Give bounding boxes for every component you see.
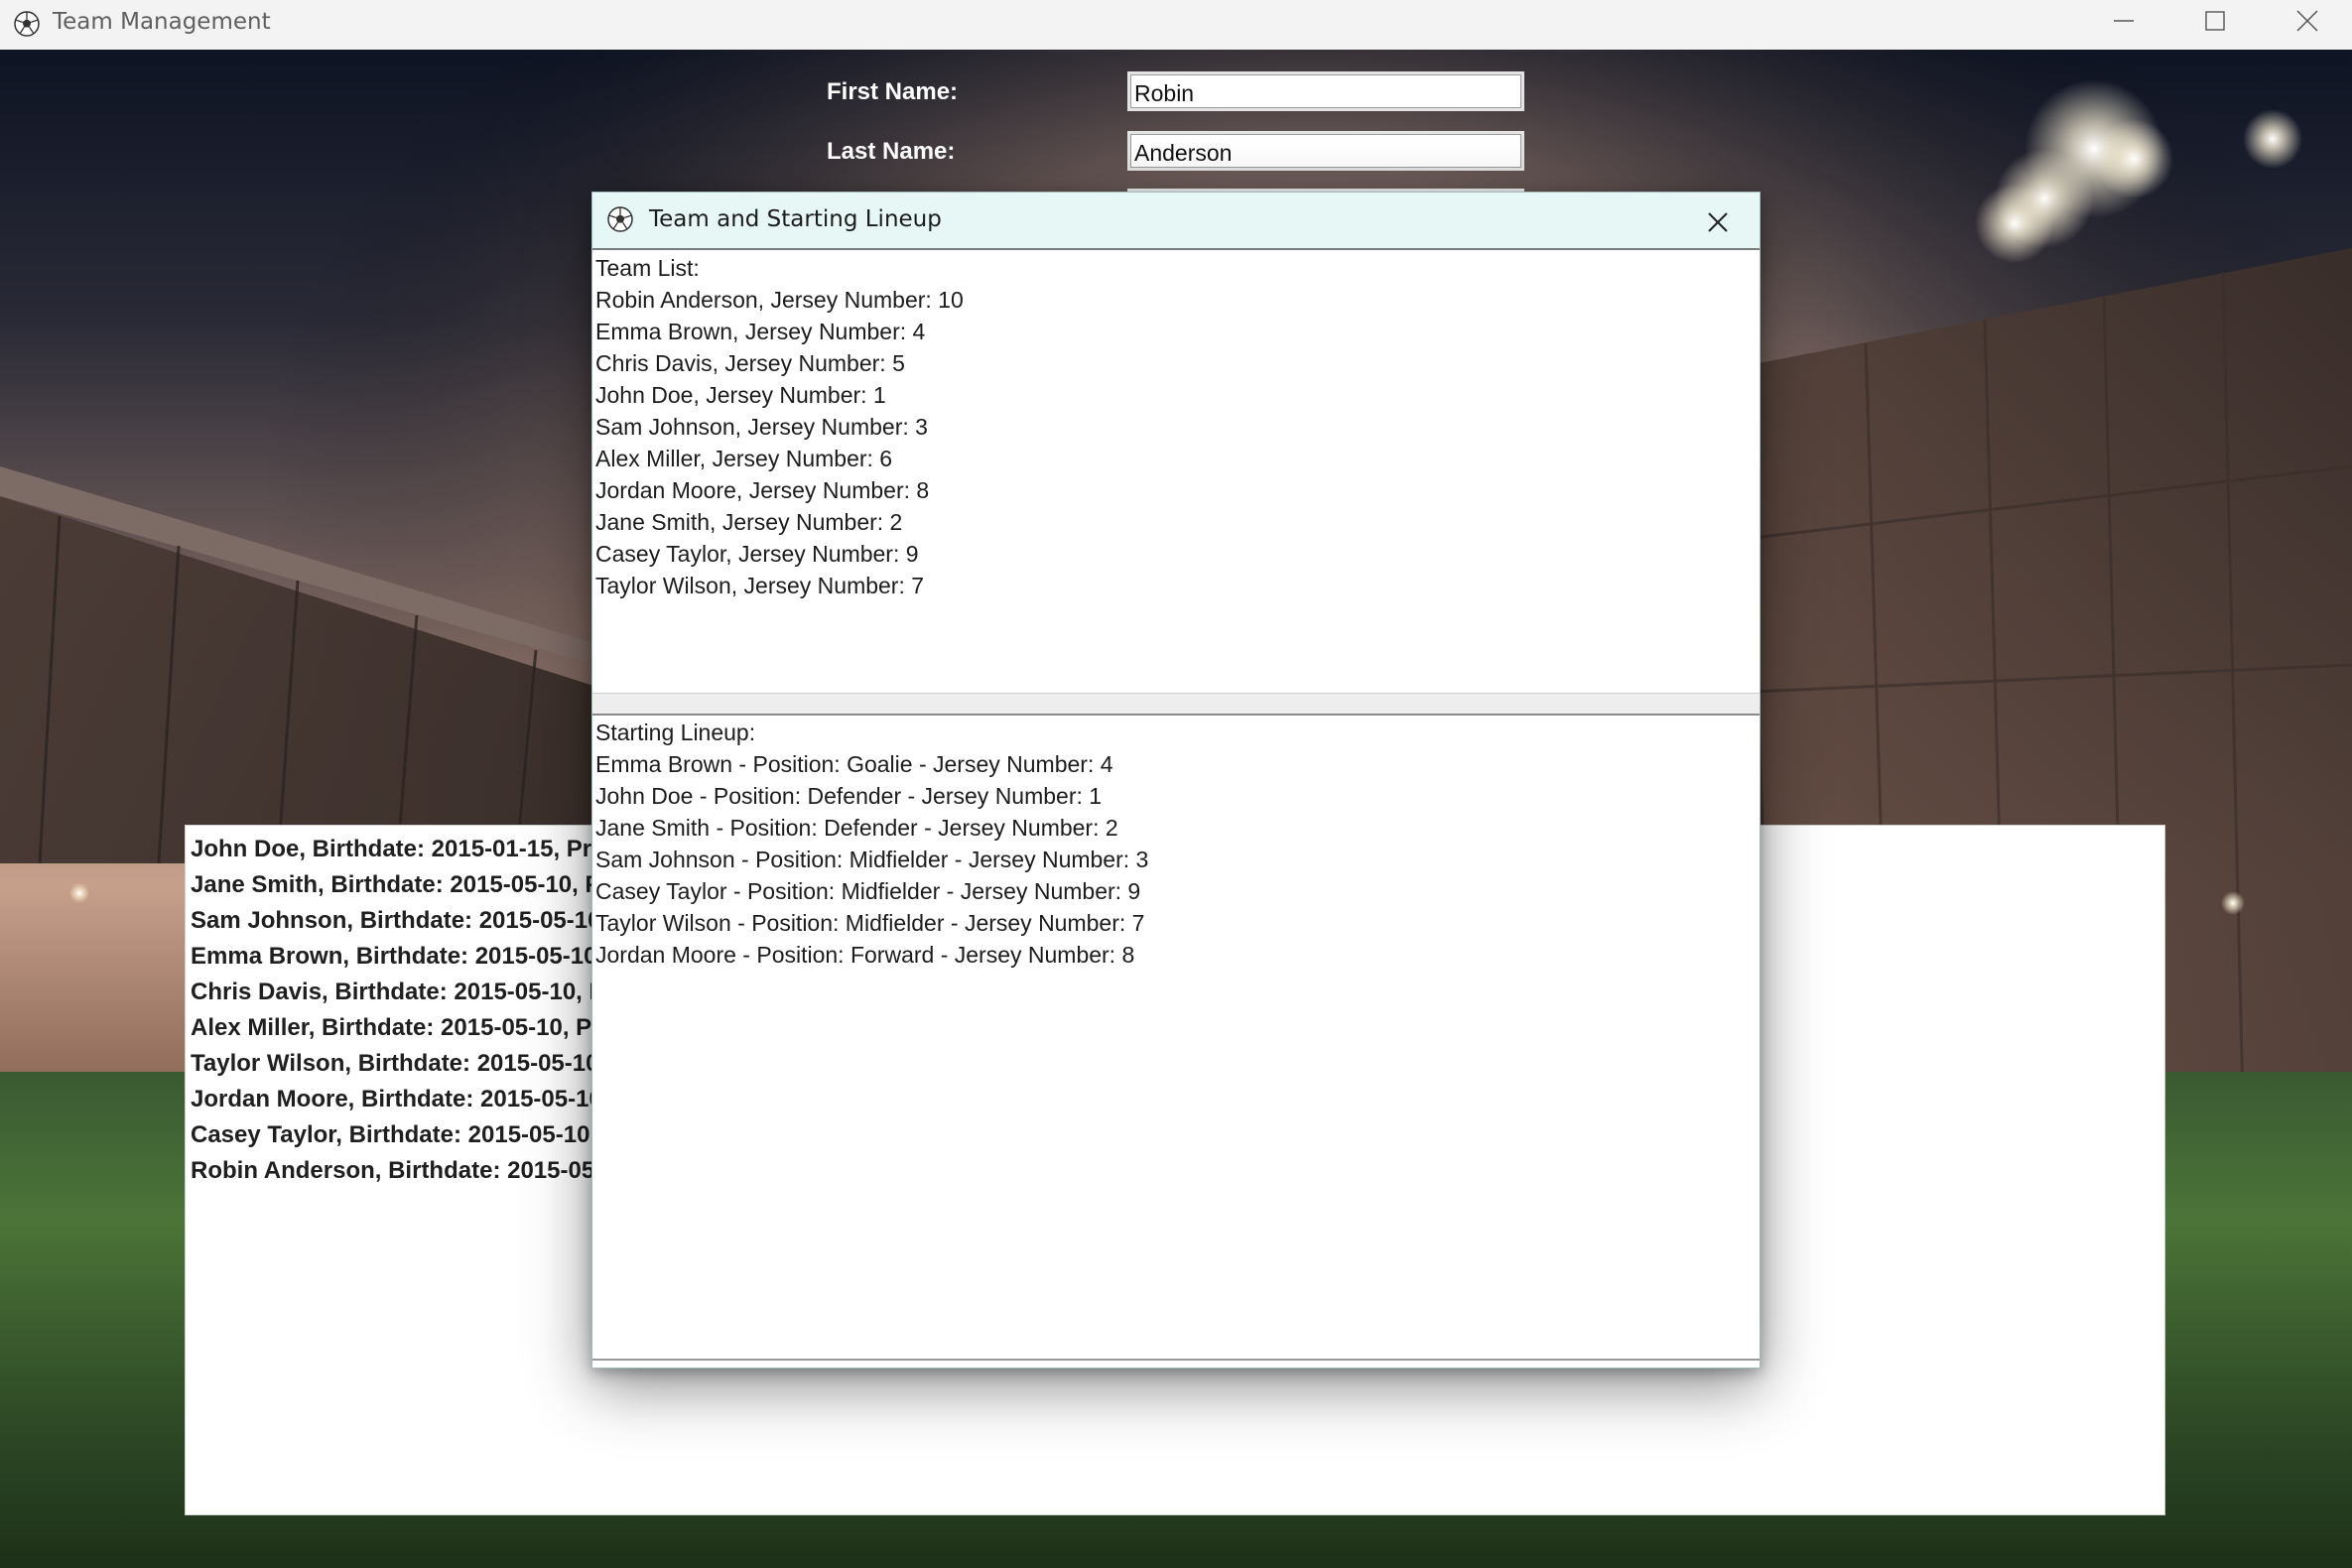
list-item[interactable]: Chris Davis, Birthdate: 2015-05-10, P [191,979,605,1006]
lineup-item: Jane Smith - Position: Defender - Jersey… [595,815,1118,841]
list-item[interactable]: Alex Miller, Birthdate: 2015-05-10, Pr [191,1014,601,1042]
close-button[interactable] [2261,0,2352,44]
window-title: Team Management [53,9,271,35]
team-management-window: Team Management First Name: Robin Last N… [0,0,2352,1568]
team-list-item: Sam Johnson, Jersey Number: 3 [595,414,928,440]
window-titlebar: Team Management [0,0,2352,50]
team-list-item: Jordan Moore, Jersey Number: 8 [595,477,930,503]
dialog-bottom-edge [592,1359,1760,1368]
lineup-item: Taylor Wilson - Position: Midfielder - J… [595,910,1145,936]
lineup-item: Sam Johnson - Position: Midfielder - Jer… [595,847,1149,872]
pane-divider[interactable] [592,694,1760,714]
first-name-input[interactable] [1127,71,1524,111]
list-item[interactable]: Emma Brown, Birthdate: 2015-05-10 [191,943,596,971]
minimize-button[interactable] [2078,0,2169,44]
dialog-title: Team and Starting Lineup [649,206,942,232]
last-name-label: Last Name: [827,138,956,165]
close-icon [1708,212,1728,232]
soccer-ball-icon [606,205,634,233]
lineup-item: John Doe - Position: Defender - Jersey N… [595,783,1103,809]
lineup-item: Casey Taylor - Position: Midfielder - Je… [595,878,1141,904]
team-list-item: John Doe, Jersey Number: 1 [595,382,886,408]
team-lineup-dialog: Team and Starting Lineup Team List: Robi… [591,192,1761,1369]
maximize-icon [2205,11,2225,31]
team-list-item: Alex Miller, Jersey Number: 6 [595,446,893,471]
dialog-titlebar[interactable]: Team and Starting Lineup [592,193,1760,248]
list-item[interactable]: Sam Johnson, Birthdate: 2015-05-10 [191,907,600,935]
lineup-item: Emma Brown - Position: Goalie - Jersey N… [595,751,1113,777]
list-item[interactable]: Jordan Moore, Birthdate: 2015-05-10 [191,1086,602,1113]
last-name-input[interactable] [1127,131,1524,171]
lineup-header: Starting Lineup: [595,719,756,745]
team-list-item: Chris Davis, Jersey Number: 5 [595,350,905,376]
team-list-item: Casey Taylor, Jersey Number: 9 [595,541,919,567]
team-list-header: Team List: [595,255,700,281]
maximize-button[interactable] [2169,0,2261,44]
list-item[interactable]: Casey Taylor, Birthdate: 2015-05-10, [191,1121,596,1149]
list-item[interactable]: Robin Anderson, Birthdate: 2015-05 [191,1157,594,1185]
first-name-label: First Name: [827,78,959,105]
starting-lineup-textarea[interactable]: Starting Lineup: Emma Brown - Position: … [592,714,1760,1359]
team-list-item: Jane Smith, Jersey Number: 2 [595,509,903,535]
team-list-item: Robin Anderson, Jersey Number: 10 [595,287,964,313]
soccer-ball-icon [13,10,41,38]
dialog-close-button[interactable] [1700,204,1736,240]
team-list-item: Taylor Wilson, Jersey Number: 7 [595,573,925,598]
list-item[interactable]: John Doe, Birthdate: 2015-01-15, Pr [191,836,591,863]
list-item[interactable]: Taylor Wilson, Birthdate: 2015-05-10 [191,1050,598,1078]
lineup-item: Jordan Moore - Position: Forward - Jerse… [595,942,1135,968]
team-list-item: Emma Brown, Jersey Number: 4 [595,319,926,344]
close-icon [2296,10,2318,32]
minimize-icon [2114,20,2134,22]
list-item[interactable]: Jane Smith, Birthdate: 2015-05-10, P [191,871,600,899]
team-list-textarea[interactable]: Team List: Robin Anderson, Jersey Number… [592,248,1760,694]
